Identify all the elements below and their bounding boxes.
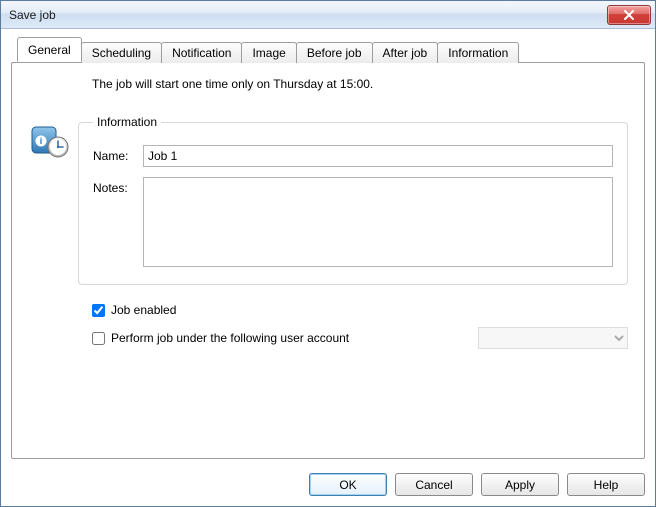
run-as-row: Perform job under the following user acc… [92, 327, 628, 349]
information-legend: Information [93, 115, 161, 129]
account-select[interactable] [478, 327, 628, 349]
job-info-icon: i [28, 115, 78, 164]
tab-general[interactable]: General [17, 37, 82, 62]
tab-panel-general: The job will start one time only on Thur… [11, 62, 645, 459]
schedule-summary: The job will start one time only on Thur… [28, 77, 628, 91]
tab-information[interactable]: Information [437, 42, 519, 63]
titlebar: Save job [1, 1, 655, 29]
tab-after-job[interactable]: After job [372, 42, 439, 63]
svg-text:i: i [40, 136, 43, 146]
job-enabled-label: Job enabled [111, 303, 176, 317]
notes-input[interactable] [143, 177, 613, 267]
help-button[interactable]: Help [567, 473, 645, 496]
information-fieldset: Information Name: Notes: [78, 115, 628, 285]
tab-scheduling[interactable]: Scheduling [81, 42, 162, 63]
dialog-body: General Scheduling Notification Image Be… [1, 29, 655, 465]
save-job-dialog: Save job General Scheduling Notification… [0, 0, 656, 507]
options-section: Job enabled Perform job under the follow… [28, 303, 628, 359]
job-enabled-checkbox[interactable] [92, 304, 105, 317]
cancel-button[interactable]: Cancel [395, 473, 473, 496]
name-row: Name: [93, 145, 613, 167]
job-enabled-row: Job enabled [92, 303, 628, 317]
dialog-buttons: OK Cancel Apply Help [1, 465, 655, 506]
tab-notification[interactable]: Notification [161, 42, 242, 63]
name-label: Name: [93, 145, 143, 163]
apply-button[interactable]: Apply [481, 473, 559, 496]
notes-row: Notes: [93, 177, 613, 270]
name-input[interactable] [143, 145, 613, 167]
run-as-checkbox[interactable] [92, 332, 105, 345]
run-as-label: Perform job under the following user acc… [111, 331, 349, 345]
tab-before-job[interactable]: Before job [296, 42, 373, 63]
close-icon [623, 10, 635, 20]
close-button[interactable] [607, 5, 651, 25]
notes-label: Notes: [93, 177, 143, 195]
ok-button[interactable]: OK [309, 473, 387, 496]
tab-image[interactable]: Image [241, 42, 296, 63]
window-title: Save job [9, 8, 607, 22]
info-section: i Information Name: [28, 115, 628, 285]
tabstrip: General Scheduling Notification Image Be… [11, 37, 645, 62]
